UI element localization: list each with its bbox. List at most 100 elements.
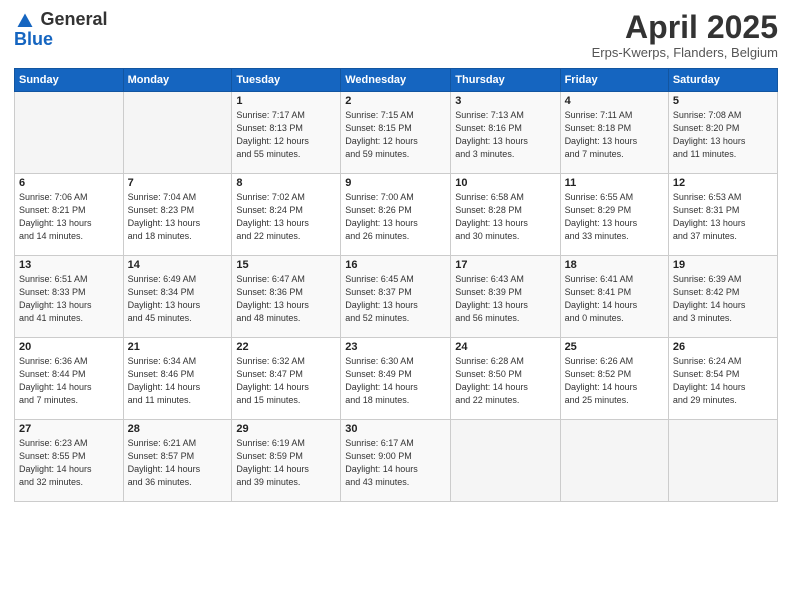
calendar-cell <box>451 420 560 502</box>
calendar-cell: 2Sunrise: 7:15 AM Sunset: 8:15 PM Daylig… <box>341 92 451 174</box>
day-number: 11 <box>565 177 664 189</box>
calendar-cell: 5 Sunrise: 7:08 AM Sunset: 8:20 PM Daylig… <box>668 92 777 174</box>
day-number: 19 <box>673 259 773 271</box>
day-info: Sunrise: 7:13 AM Sunset: 8:16 PM Dayligh… <box>455 109 555 161</box>
day-info: Sunrise: 6:28 AM Sunset: 8:50 PM Dayligh… <box>455 355 555 407</box>
month-title: April 2025 <box>592 10 778 45</box>
calendar-week-4: 20 Sunrise: 6:36 AM Sunset: 8:44 PM Dayli… <box>15 338 778 420</box>
calendar-cell: 20 Sunrise: 6:36 AM Sunset: 8:44 PM Dayli… <box>15 338 124 420</box>
day-number: 13 <box>19 259 119 271</box>
day-number: 15 <box>236 259 336 271</box>
day-info: Sunrise: 6:49 AM Sunset: 8:34 PM Dayligh… <box>128 273 228 325</box>
day-info: Sunrise: 7:00 AM Sunset: 8:26 PM Dayligh… <box>345 191 446 243</box>
calendar-cell <box>15 92 124 174</box>
day-info: Sunrise: 6:30 AM Sunset: 8:49 PM Dayligh… <box>345 355 446 407</box>
calendar-cell: 28Sunrise: 6:21 AM Sunset: 8:57 PM Dayli… <box>123 420 232 502</box>
day-info: Sunrise: 6:23 AM Sunset: 8:55 PM Dayligh… <box>19 437 119 489</box>
day-info: Sunrise: 6:45 AM Sunset: 8:37 PM Dayligh… <box>345 273 446 325</box>
calendar-cell: 17 Sunrise: 6:43 AM Sunset: 8:39 PM Dayli… <box>451 256 560 338</box>
day-number: 10 <box>455 177 555 189</box>
day-number: 9 <box>345 177 446 189</box>
day-number: 17 <box>455 259 555 271</box>
day-info: Sunrise: 7:02 AM Sunset: 8:24 PM Dayligh… <box>236 191 336 243</box>
day-info: Sunrise: 6:53 AM Sunset: 8:31 PM Dayligh… <box>673 191 773 243</box>
day-info: Sunrise: 6:36 AM Sunset: 8:44 PM Dayligh… <box>19 355 119 407</box>
calendar-week-3: 13 Sunrise: 6:51 AM Sunset: 8:33 PM Dayli… <box>15 256 778 338</box>
day-number: 4 <box>565 95 664 107</box>
day-info: Sunrise: 6:17 AM Sunset: 9:00 PM Dayligh… <box>345 437 446 489</box>
calendar-cell <box>560 420 668 502</box>
weekday-header-saturday: Saturday <box>668 69 777 92</box>
calendar-cell: 7 Sunrise: 7:04 AM Sunset: 8:23 PM Daylig… <box>123 174 232 256</box>
calendar-header-row: SundayMondayTuesdayWednesdayThursdayFrid… <box>15 69 778 92</box>
calendar-cell: 15 Sunrise: 6:47 AM Sunset: 8:36 PM Dayli… <box>232 256 341 338</box>
logo-icon <box>16 12 34 30</box>
calendar-cell: 12 Sunrise: 6:53 AM Sunset: 8:31 PM Dayli… <box>668 174 777 256</box>
header: General Blue April 2025 Erps-Kwerps, Fla… <box>14 10 778 60</box>
title-block: April 2025 Erps-Kwerps, Flanders, Belgiu… <box>592 10 778 60</box>
calendar-cell: 21 Sunrise: 6:34 AM Sunset: 8:46 PM Dayli… <box>123 338 232 420</box>
logo-general: General <box>40 9 107 29</box>
day-info: Sunrise: 6:21 AM Sunset: 8:57 PM Dayligh… <box>128 437 228 489</box>
day-number: 5 <box>673 95 773 107</box>
location-title: Erps-Kwerps, Flanders, Belgium <box>592 45 778 60</box>
calendar-cell: 22Sunrise: 6:32 AM Sunset: 8:47 PM Dayli… <box>232 338 341 420</box>
day-number: 8 <box>236 177 336 189</box>
calendar-week-2: 6Sunrise: 7:06 AM Sunset: 8:21 PM Daylig… <box>15 174 778 256</box>
page: General Blue April 2025 Erps-Kwerps, Fla… <box>0 0 792 612</box>
calendar-week-5: 27 Sunrise: 6:23 AM Sunset: 8:55 PM Dayli… <box>15 420 778 502</box>
calendar-cell: 19 Sunrise: 6:39 AM Sunset: 8:42 PM Dayli… <box>668 256 777 338</box>
day-info: Sunrise: 6:41 AM Sunset: 8:41 PM Dayligh… <box>565 273 664 325</box>
day-number: 26 <box>673 341 773 353</box>
weekday-header-monday: Monday <box>123 69 232 92</box>
day-info: Sunrise: 6:51 AM Sunset: 8:33 PM Dayligh… <box>19 273 119 325</box>
day-number: 7 <box>128 177 228 189</box>
day-info: Sunrise: 6:43 AM Sunset: 8:39 PM Dayligh… <box>455 273 555 325</box>
day-info: Sunrise: 6:39 AM Sunset: 8:42 PM Dayligh… <box>673 273 773 325</box>
day-number: 20 <box>19 341 119 353</box>
weekday-header-sunday: Sunday <box>15 69 124 92</box>
day-info: Sunrise: 7:11 AM Sunset: 8:18 PM Dayligh… <box>565 109 664 161</box>
day-info: Sunrise: 6:19 AM Sunset: 8:59 PM Dayligh… <box>236 437 336 489</box>
day-number: 23 <box>345 341 446 353</box>
day-info: Sunrise: 6:47 AM Sunset: 8:36 PM Dayligh… <box>236 273 336 325</box>
calendar-cell: 13 Sunrise: 6:51 AM Sunset: 8:33 PM Dayli… <box>15 256 124 338</box>
calendar-cell: 3Sunrise: 7:13 AM Sunset: 8:16 PM Daylig… <box>451 92 560 174</box>
day-number: 22 <box>236 341 336 353</box>
day-info: Sunrise: 6:24 AM Sunset: 8:54 PM Dayligh… <box>673 355 773 407</box>
calendar-cell: 29Sunrise: 6:19 AM Sunset: 8:59 PM Dayli… <box>232 420 341 502</box>
weekday-header-wednesday: Wednesday <box>341 69 451 92</box>
day-info: Sunrise: 6:55 AM Sunset: 8:29 PM Dayligh… <box>565 191 664 243</box>
weekday-header-thursday: Thursday <box>451 69 560 92</box>
day-number: 21 <box>128 341 228 353</box>
day-number: 25 <box>565 341 664 353</box>
day-number: 27 <box>19 423 119 435</box>
day-info: Sunrise: 6:26 AM Sunset: 8:52 PM Dayligh… <box>565 355 664 407</box>
calendar-cell: 25 Sunrise: 6:26 AM Sunset: 8:52 PM Dayli… <box>560 338 668 420</box>
calendar-cell: 18Sunrise: 6:41 AM Sunset: 8:41 PM Dayli… <box>560 256 668 338</box>
calendar-cell: 6Sunrise: 7:06 AM Sunset: 8:21 PM Daylig… <box>15 174 124 256</box>
calendar-cell: 10 Sunrise: 6:58 AM Sunset: 8:28 PM Dayli… <box>451 174 560 256</box>
calendar-cell: 11 Sunrise: 6:55 AM Sunset: 8:29 PM Dayli… <box>560 174 668 256</box>
calendar-cell: 14 Sunrise: 6:49 AM Sunset: 8:34 PM Dayli… <box>123 256 232 338</box>
day-info: Sunrise: 6:58 AM Sunset: 8:28 PM Dayligh… <box>455 191 555 243</box>
day-number: 6 <box>19 177 119 189</box>
calendar-cell: 24Sunrise: 6:28 AM Sunset: 8:50 PM Dayli… <box>451 338 560 420</box>
day-number: 30 <box>345 423 446 435</box>
calendar-cell: 8 Sunrise: 7:02 AM Sunset: 8:24 PM Daylig… <box>232 174 341 256</box>
day-number: 12 <box>673 177 773 189</box>
calendar-cell: 1Sunrise: 7:17 AM Sunset: 8:13 PM Daylig… <box>232 92 341 174</box>
calendar-cell: 9 Sunrise: 7:00 AM Sunset: 8:26 PM Daylig… <box>341 174 451 256</box>
day-number: 14 <box>128 259 228 271</box>
calendar-cell <box>668 420 777 502</box>
logo: General Blue <box>14 10 108 50</box>
calendar-cell: 23 Sunrise: 6:30 AM Sunset: 8:49 PM Dayli… <box>341 338 451 420</box>
day-info: Sunrise: 7:04 AM Sunset: 8:23 PM Dayligh… <box>128 191 228 243</box>
calendar-cell: 16Sunrise: 6:45 AM Sunset: 8:37 PM Dayli… <box>341 256 451 338</box>
day-info: Sunrise: 6:34 AM Sunset: 8:46 PM Dayligh… <box>128 355 228 407</box>
calendar-cell: 4 Sunrise: 7:11 AM Sunset: 8:18 PM Daylig… <box>560 92 668 174</box>
day-number: 2 <box>345 95 446 107</box>
day-info: Sunrise: 7:08 AM Sunset: 8:20 PM Dayligh… <box>673 109 773 161</box>
calendar-cell: 27 Sunrise: 6:23 AM Sunset: 8:55 PM Dayli… <box>15 420 124 502</box>
weekday-header-friday: Friday <box>560 69 668 92</box>
